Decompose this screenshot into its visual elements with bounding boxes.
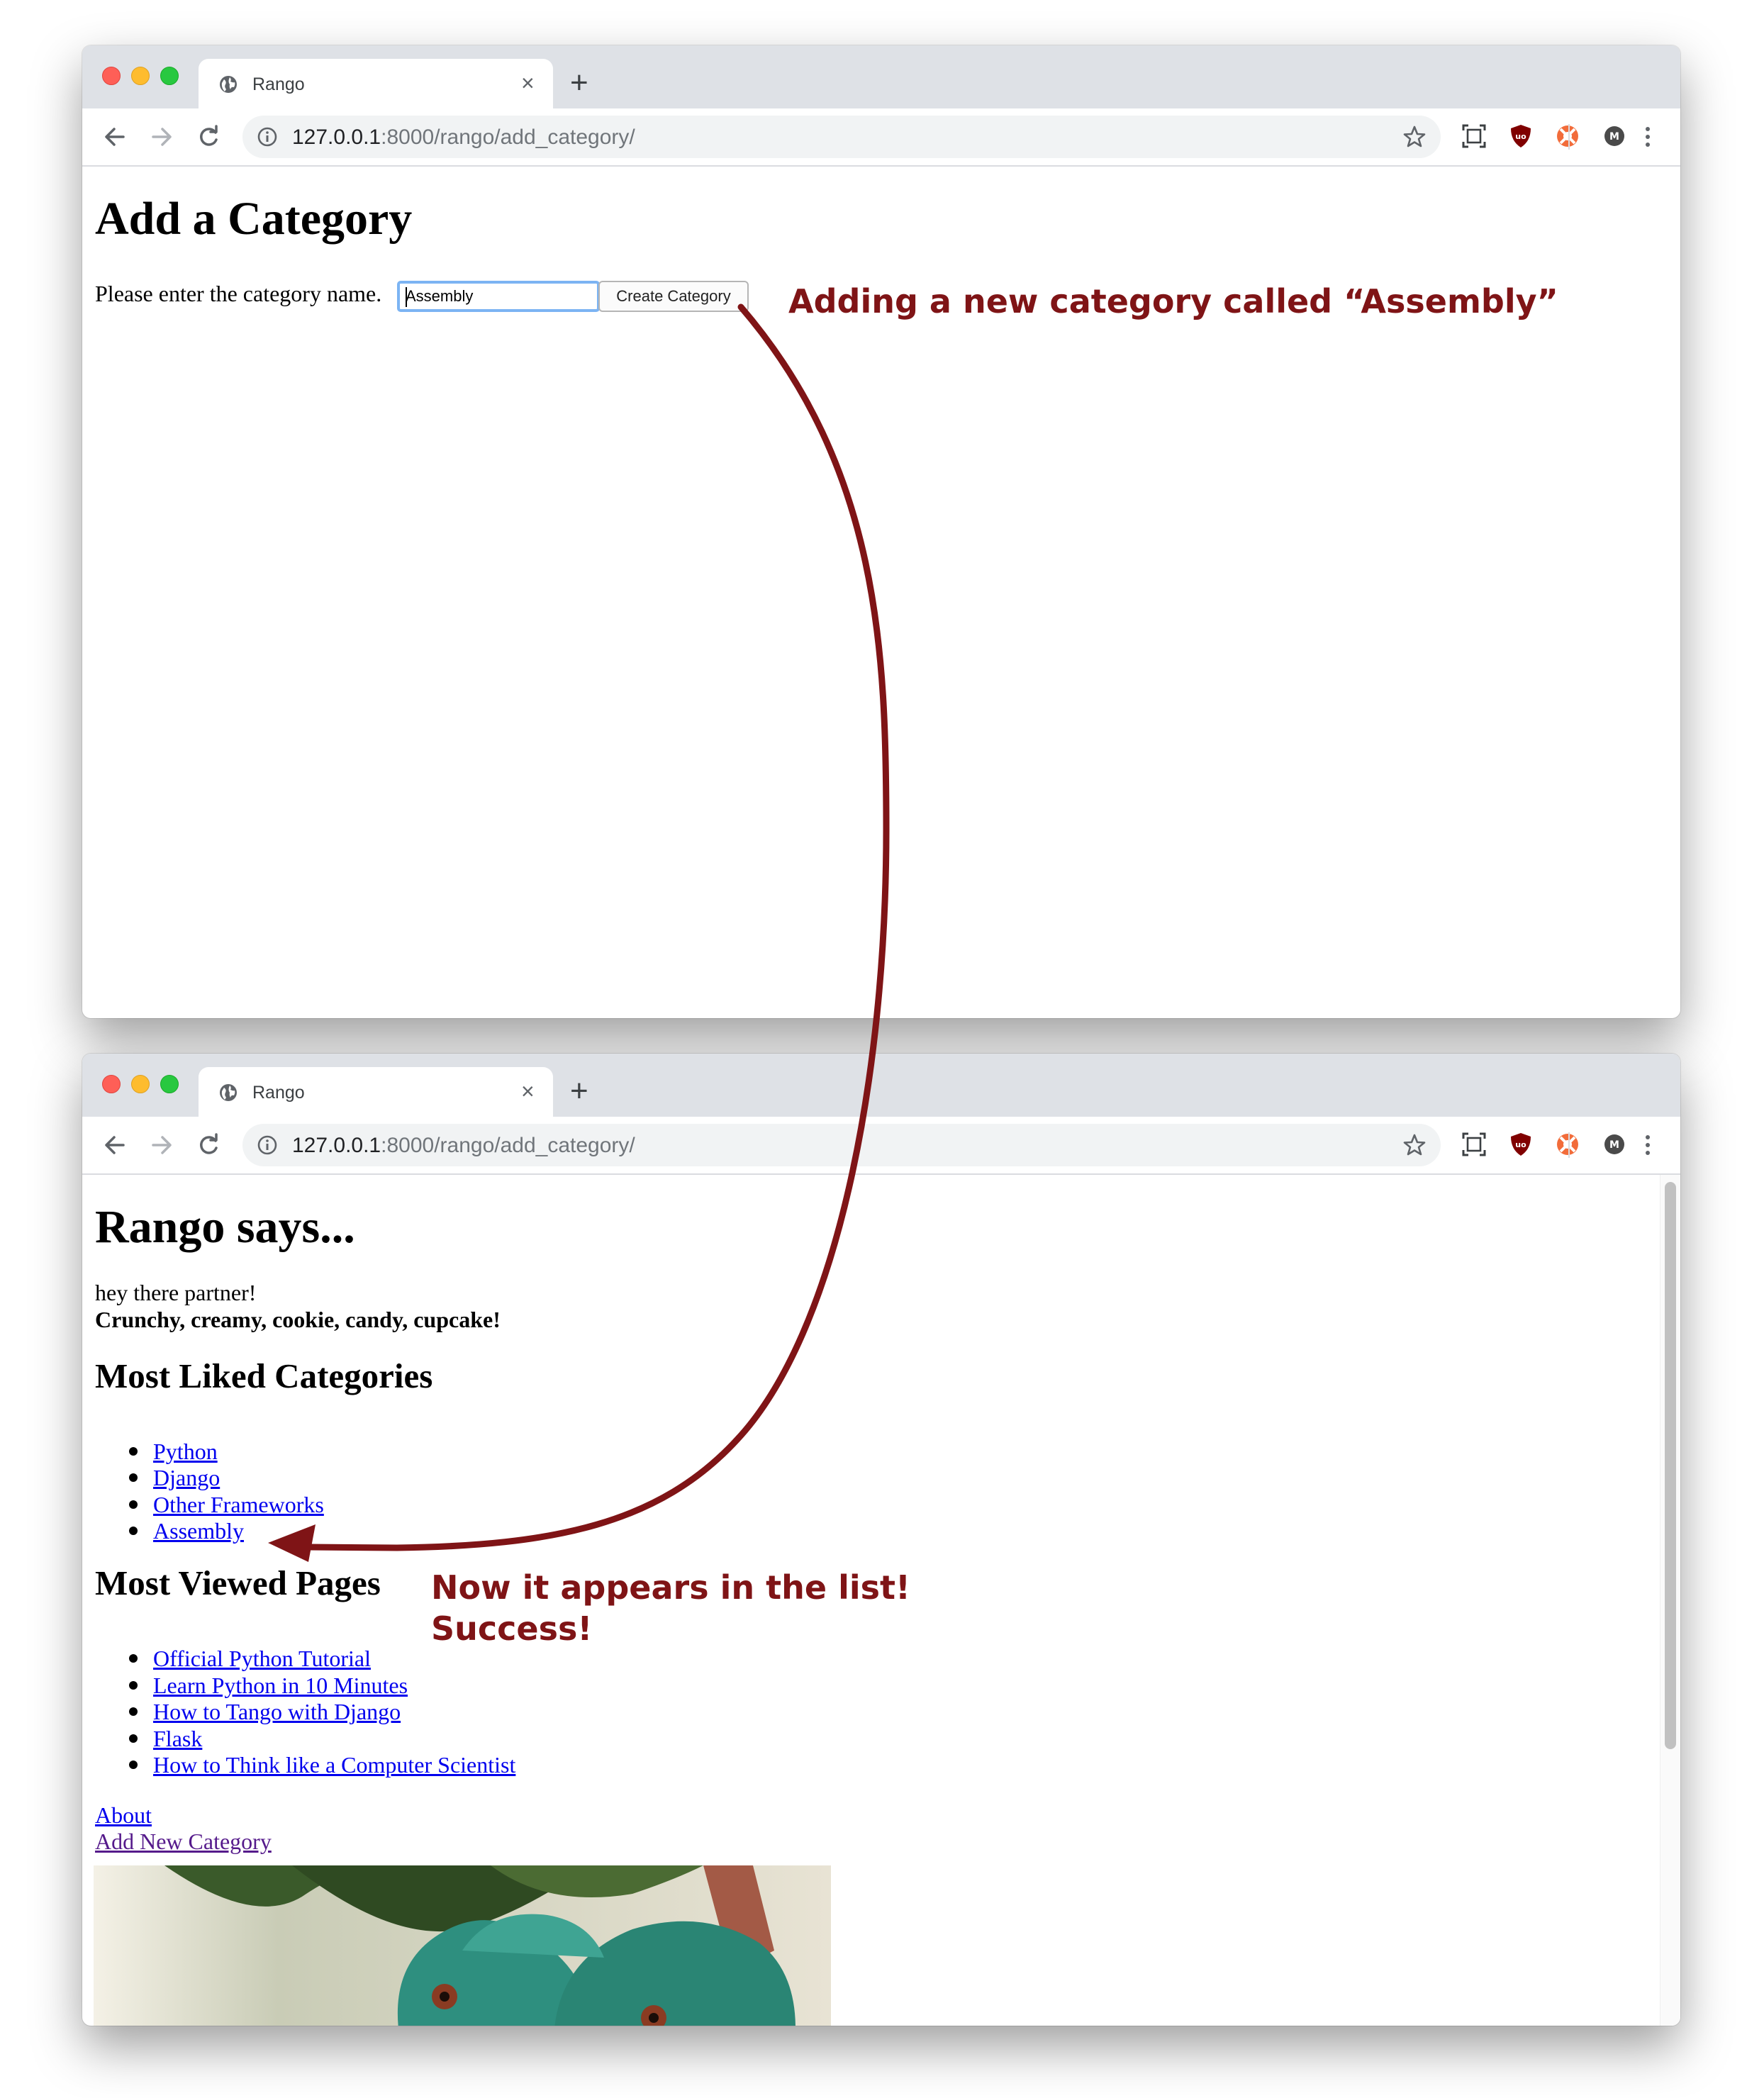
- annotation-bottom-line2: Success!: [431, 1609, 593, 1648]
- arrowhead-icon: [268, 1524, 316, 1562]
- annotation-top: Adding a new category called “Assembly”: [788, 282, 1558, 320]
- annotation-bottom-line1: Now it appears in the list!: [431, 1568, 910, 1607]
